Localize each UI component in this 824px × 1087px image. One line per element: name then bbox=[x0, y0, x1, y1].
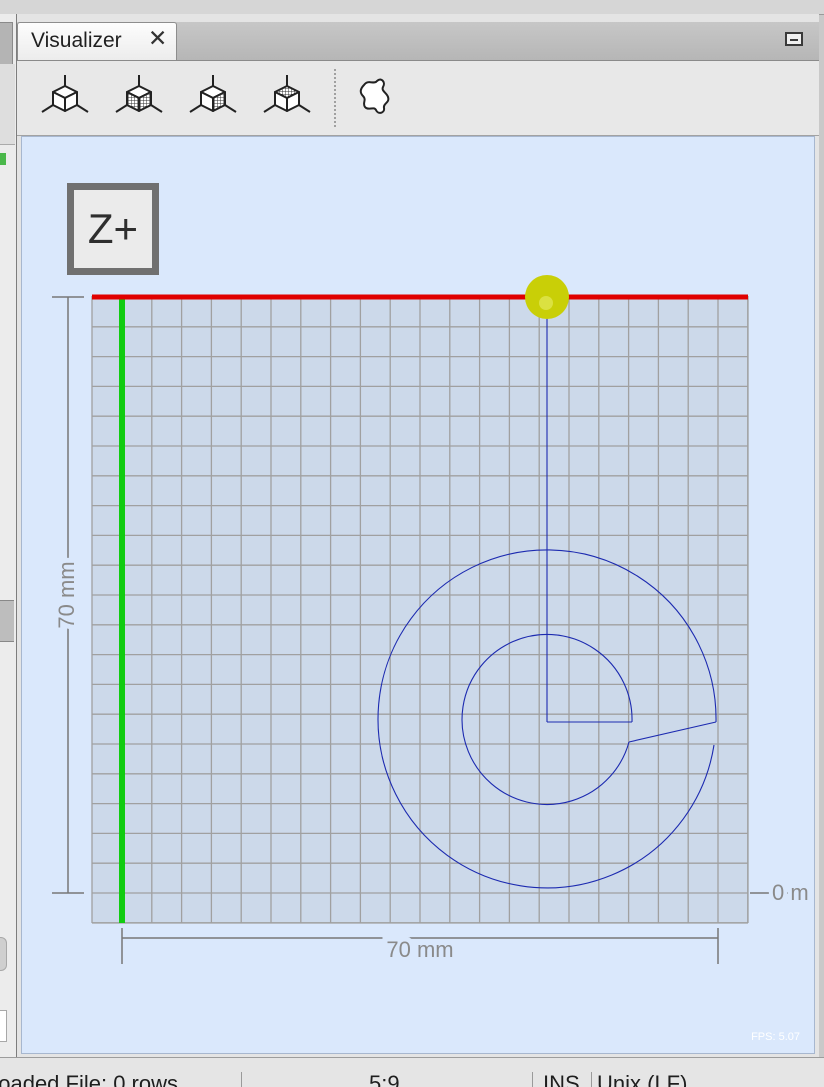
loaded-file-status: Loaded File: 0 rows bbox=[0, 1071, 178, 1087]
left-panel-divider[interactable] bbox=[0, 600, 14, 642]
insert-mode[interactable]: INS bbox=[543, 1071, 580, 1087]
status-separator bbox=[591, 1072, 592, 1087]
tab-visualizer[interactable]: Visualizer ✕ bbox=[17, 22, 177, 60]
left-panel-tab[interactable] bbox=[0, 22, 13, 66]
cube-front-icon bbox=[115, 75, 163, 113]
tab-bar: Visualizer ✕ bbox=[17, 22, 819, 61]
cube-iso-icon bbox=[41, 75, 89, 113]
top-edge bbox=[0, 0, 824, 15]
zero-label: 0 m bbox=[772, 880, 809, 905]
left-panel-toolbar bbox=[0, 64, 15, 145]
left-panel-indicator bbox=[0, 153, 6, 165]
toolbar bbox=[17, 61, 819, 136]
tab-title: Visualizer bbox=[31, 29, 122, 52]
x-dimension-label: 70 mm bbox=[386, 937, 453, 962]
top-view-button[interactable] bbox=[261, 73, 313, 123]
iso-view-button[interactable] bbox=[39, 73, 91, 123]
close-icon[interactable]: ✕ bbox=[148, 27, 167, 50]
minimize-window-icon[interactable] bbox=[785, 32, 803, 46]
cube-side-icon bbox=[189, 75, 237, 113]
fps-counter: FPS: 5.07 bbox=[751, 1031, 800, 1043]
left-panel-control[interactable] bbox=[0, 937, 7, 971]
visualizer-canvas[interactable]: 70 mm 70 mm 0 m Z+ FPS: 5.07 bbox=[21, 136, 815, 1054]
fit-button[interactable] bbox=[350, 73, 402, 123]
front-view-button[interactable] bbox=[113, 73, 165, 123]
side-view-button[interactable] bbox=[187, 73, 239, 123]
status-bar: Loaded File: 0 rows 5:9 INS Unix (LF) bbox=[0, 1057, 824, 1087]
left-panel-field[interactable] bbox=[0, 1010, 7, 1042]
visualizer-window: Visualizer ✕ 70 mm 70 mm 0 m Z+ FPS: 5.0… bbox=[16, 14, 819, 1057]
y-dimension-label: 70 mm bbox=[54, 561, 79, 628]
left-side-panel bbox=[0, 14, 17, 1057]
toolbar-separator bbox=[334, 69, 336, 127]
line-ending[interactable]: Unix (LF) bbox=[597, 1071, 687, 1087]
cube-top-icon bbox=[263, 75, 311, 113]
view-orientation-label: Z+ bbox=[67, 183, 159, 275]
tool-marker-highlight bbox=[539, 296, 553, 310]
status-separator bbox=[241, 1072, 242, 1087]
status-separator bbox=[532, 1072, 533, 1087]
puzzle-icon bbox=[359, 78, 390, 114]
caret-position: 5:9 bbox=[369, 1071, 400, 1087]
